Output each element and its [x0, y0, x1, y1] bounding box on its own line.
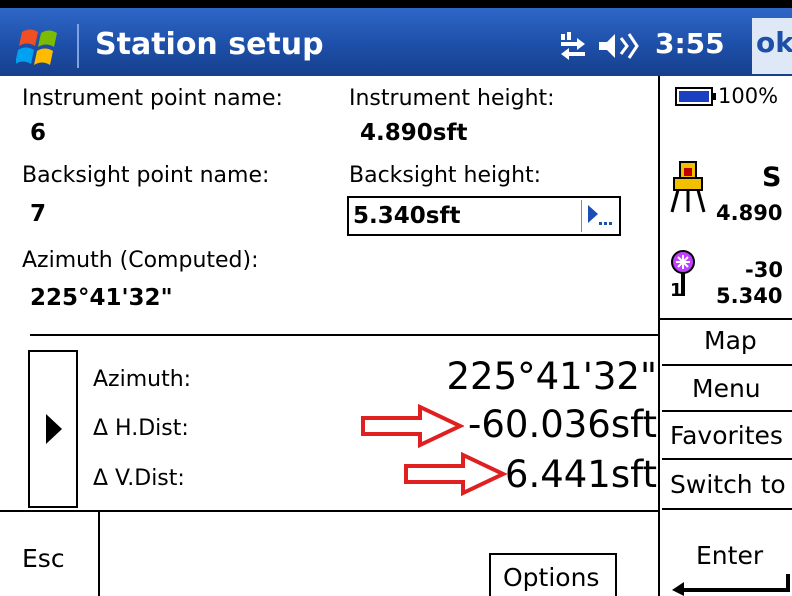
expand-button[interactable] [28, 350, 78, 508]
instrument-height-value: 4.890sft [360, 120, 468, 146]
azimuth-value: 225°41'32" [446, 355, 657, 398]
azimuth-computed-label: Azimuth (Computed): [22, 248, 259, 273]
enter-return-icon [672, 574, 790, 596]
instrument-height-side: 4.890 [716, 201, 783, 225]
connectivity-icon [561, 32, 585, 60]
clock: 3:55 [655, 27, 725, 60]
target-height-side: 5.340 [716, 284, 783, 308]
esc-button[interactable]: Esc [22, 544, 65, 573]
backsight-point-label: Backsight point name: [22, 163, 270, 188]
instrument-letter: S [762, 162, 782, 193]
vdist-label: Δ V.Dist: [93, 466, 185, 491]
backsight-point-value: 7 [30, 201, 47, 227]
target-number: 1 [670, 280, 683, 301]
hdist-arrow-icon [361, 404, 464, 448]
favorites-button[interactable]: Favorites [662, 412, 792, 460]
battery-percent: 100% [718, 84, 779, 108]
backsight-height-field[interactable] [347, 196, 621, 236]
enter-button[interactable]: Enter [696, 541, 763, 570]
volume-icon [599, 33, 639, 59]
menu-button[interactable]: Menu [662, 366, 792, 412]
hdist-label: Δ H.Dist: [93, 416, 189, 441]
target-offset: -30 [745, 258, 783, 282]
total-station-icon [670, 161, 706, 213]
instrument-point-label: Instrument point name: [22, 86, 283, 111]
window-title: Station setup [95, 27, 324, 62]
backsight-height-input[interactable] [353, 201, 573, 231]
instrument-height-label: Instrument height: [349, 86, 555, 111]
title-bar: Station setup 3:55 ok [0, 0, 792, 76]
map-button[interactable]: Map [662, 320, 792, 366]
vdist-value: 6.441sft [504, 453, 657, 496]
picker-arrow-icon [588, 205, 612, 225]
backsight-height-label: Backsight height: [349, 163, 542, 188]
azimuth-label: Azimuth: [93, 367, 192, 392]
title-separator [77, 24, 79, 68]
play-icon [46, 414, 62, 444]
status-icons[interactable] [553, 24, 643, 68]
switch-to-button[interactable]: Switch to [662, 460, 792, 510]
options-button[interactable]: Options [489, 553, 617, 596]
instrument-point-value: 6 [30, 120, 47, 146]
vdist-arrow-icon [404, 452, 507, 496]
azimuth-computed-value: 225°41'32" [30, 285, 173, 311]
windows-start-icon[interactable] [16, 22, 66, 72]
backsight-height-picker-button[interactable] [581, 200, 617, 232]
panel-divider [658, 76, 660, 596]
form-divider [30, 334, 660, 336]
esc-divider [98, 510, 100, 596]
hdist-value: -60.036sft [468, 403, 657, 446]
battery-icon [675, 87, 716, 106]
ok-button[interactable]: ok [752, 18, 792, 74]
